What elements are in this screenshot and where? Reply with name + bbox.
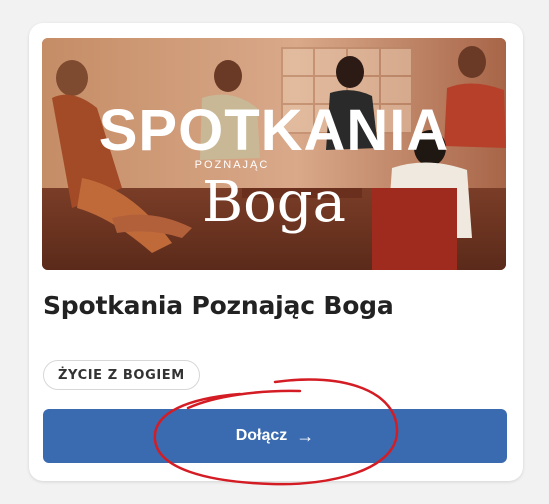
wordmark-spotkania: SPOTKANIA <box>99 98 450 163</box>
join-button-label: Dołącz <box>235 427 288 444</box>
cover-photo: SPOTKANIA POZNAJĄC Boga <box>42 38 506 270</box>
join-button[interactable]: Dołącz → <box>43 409 507 463</box>
group-title: Spotkania Poznając Boga <box>43 291 394 320</box>
wordmark-boga: Boga <box>202 170 346 235</box>
arrow-right-icon: → <box>296 425 315 446</box>
group-card: SPOTKANIA POZNAJĄC Boga Spotkania Poznaj… <box>29 23 523 481</box>
category-tag[interactable]: ŻYCIE Z BOGIEM <box>43 360 200 390</box>
group-cover-image[interactable]: SPOTKANIA POZNAJĄC Boga <box>42 38 506 270</box>
